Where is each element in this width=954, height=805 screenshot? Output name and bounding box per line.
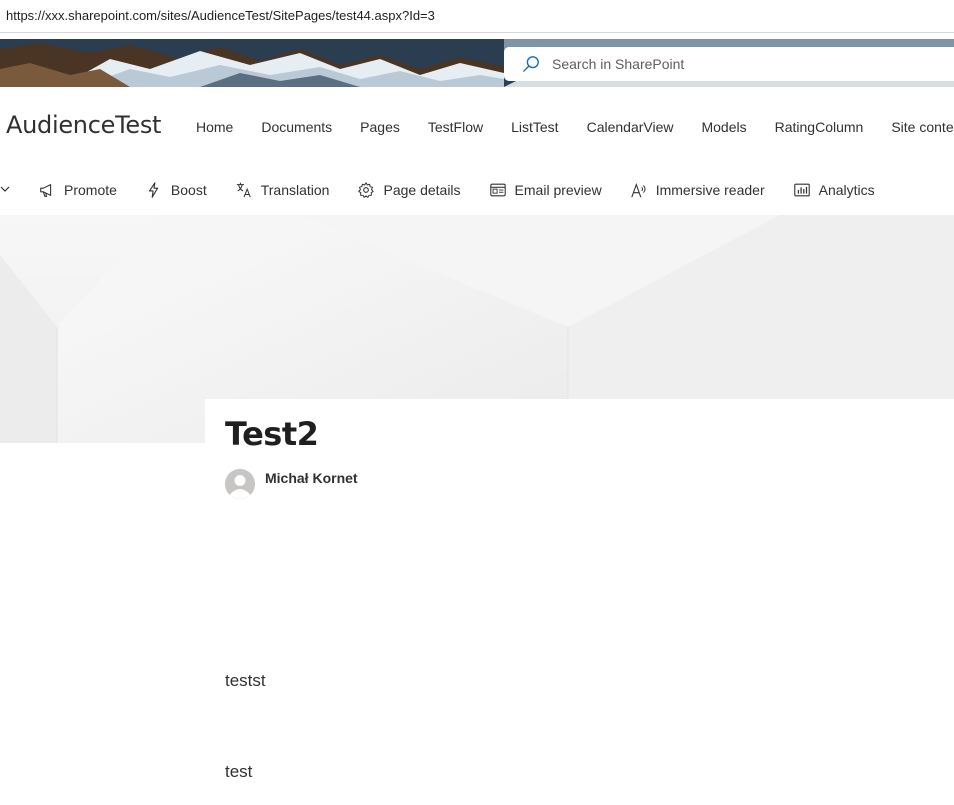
nav-ratingcolumn[interactable]: RatingColumn: [775, 119, 864, 135]
email-preview-label: Email preview: [514, 182, 602, 198]
suite-bar: [0, 39, 954, 87]
nav-site-contents[interactable]: Site contents: [891, 119, 954, 135]
analytics-label: Analytics: [818, 182, 875, 198]
search-box[interactable]: [504, 47, 954, 81]
page-title: Test2: [225, 415, 319, 453]
author-name[interactable]: Michał Kornet: [265, 470, 358, 486]
nav-testflow[interactable]: TestFlow: [428, 119, 483, 135]
site-header: AudienceTest Home Documents Pages TestFl…: [0, 87, 954, 165]
nav-home[interactable]: Home: [196, 119, 233, 135]
avatar[interactable]: [225, 469, 255, 499]
lightning-icon: [148, 182, 159, 198]
email-preview-button[interactable]: Email preview: [489, 181, 602, 199]
immersive-reader-label: Immersive reader: [655, 182, 765, 198]
gear-icon: [358, 182, 375, 198]
page-details-label: Page details: [383, 182, 461, 198]
promote-label: Promote: [64, 182, 117, 198]
page-details-button[interactable]: Page details: [357, 181, 461, 199]
nav-pages[interactable]: Pages: [360, 119, 400, 135]
immersive-reader-icon: [630, 182, 646, 198]
nav-calendarview[interactable]: CalendarView: [587, 119, 674, 135]
nav-listtest[interactable]: ListTest: [511, 119, 558, 135]
site-navigation: Home Documents Pages TestFlow ListTest C…: [196, 119, 954, 135]
address-url: https://xxx.sharepoint.com/sites/Audienc…: [6, 8, 435, 23]
analytics-button[interactable]: Analytics: [793, 181, 875, 199]
translation-button[interactable]: Translation: [235, 181, 330, 199]
search-icon: [523, 56, 539, 72]
person-icon: [225, 469, 255, 499]
analytics-icon: [793, 183, 810, 197]
text-paragraph: test: [225, 762, 253, 781]
translation-label: Translation: [260, 182, 330, 198]
promote-button[interactable]: Promote: [38, 181, 117, 199]
author-byline[interactable]: Michał Kornet: [225, 469, 358, 499]
nav-documents[interactable]: Documents: [261, 119, 332, 135]
translate-icon: [236, 182, 251, 198]
page-content: Test2 Michał Kornet testst test: [205, 399, 954, 805]
address-bar[interactable]: https://xxx.sharepoint.com/sites/Audienc…: [0, 0, 954, 33]
immersive-reader-button[interactable]: Immersive reader: [630, 181, 765, 199]
nav-models[interactable]: Models: [701, 119, 746, 135]
chevron-down-icon[interactable]: [0, 184, 10, 194]
command-list: Promote Boost Translation Page details E…: [38, 181, 903, 199]
boost-button[interactable]: Boost: [145, 181, 207, 199]
text-paragraph: testst: [225, 671, 266, 690]
email-preview-icon: [489, 183, 506, 197]
search-input[interactable]: [552, 56, 852, 72]
site-title[interactable]: AudienceTest: [6, 111, 161, 139]
megaphone-icon: [40, 184, 52, 197]
boost-label: Boost: [170, 182, 207, 198]
command-bar: Promote Boost Translation Page details E…: [0, 165, 954, 215]
